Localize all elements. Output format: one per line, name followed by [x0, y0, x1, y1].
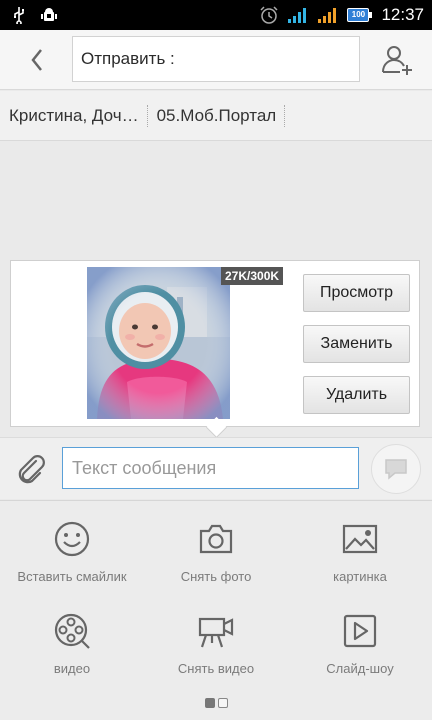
tool-label: Снять фото	[180, 569, 252, 584]
attachment-tools-panel: Вставить смайлик Снять фото картинка вид…	[0, 500, 432, 720]
status-bar: 100 12:37	[0, 0, 432, 30]
add-person-icon	[382, 46, 412, 75]
message-input[interactable]: Текст сообщения	[62, 447, 359, 489]
recipient-list: Кристина, Доч… 05.Моб.Портал	[0, 91, 432, 141]
camera-icon	[199, 524, 233, 554]
record-video-button[interactable]: Снять видео	[144, 611, 288, 676]
delete-button[interactable]: Удалить	[303, 376, 410, 414]
add-contact-button[interactable]	[380, 42, 416, 78]
send-bubble-icon	[385, 459, 407, 480]
picture-button[interactable]: картинка	[288, 519, 432, 584]
battery-icon: 100	[347, 8, 373, 22]
chevron-left-icon	[31, 49, 42, 71]
film-reel-icon	[54, 613, 90, 649]
tool-label: картинка	[333, 569, 387, 584]
video-camera-icon	[198, 617, 234, 648]
tool-label: Вставить смайлик	[17, 569, 127, 584]
clock: 12:37	[381, 5, 424, 24]
attachment-size-badge: 27K/300K	[221, 267, 284, 285]
back-button[interactable]	[22, 42, 52, 78]
page-dot-active[interactable]	[205, 698, 215, 708]
debug-android-icon	[41, 8, 57, 21]
video-button[interactable]: видео	[0, 611, 144, 676]
compose-bar: Текст сообщения	[0, 437, 432, 499]
page-dot[interactable]	[218, 698, 228, 708]
view-button[interactable]: Просмотр	[303, 274, 410, 312]
message-input-placeholder: Текст сообщения	[72, 457, 217, 478]
compose-header: Отправить :	[0, 30, 432, 90]
page-indicator	[205, 698, 228, 708]
tool-label: Слайд-шоу	[326, 661, 394, 676]
recipient-chip[interactable]: Кристина, Доч…	[0, 104, 148, 127]
slideshow-icon	[343, 614, 377, 648]
image-icon	[342, 524, 378, 554]
slideshow-button[interactable]: Слайд-шоу	[288, 611, 432, 676]
attachment-card: 27K/300K Просмотр Заменить Удалить	[10, 260, 420, 427]
send-button[interactable]	[371, 444, 421, 494]
recipient-field[interactable]: Отправить :	[72, 36, 360, 82]
tool-label: видео	[53, 661, 91, 676]
usb-icon	[14, 7, 24, 24]
replace-button[interactable]: Заменить	[303, 325, 410, 363]
alarm-icon	[260, 6, 278, 24]
insert-smiley-button[interactable]: Вставить смайлик	[0, 519, 144, 584]
cell-signal-icon	[318, 8, 337, 23]
wifi-signal-icon	[288, 8, 307, 23]
recipient-chip[interactable]: 05.Моб.Портал	[148, 104, 286, 127]
attached-photo[interactable]	[87, 267, 230, 419]
attach-button[interactable]	[14, 452, 48, 486]
smiley-icon	[54, 521, 90, 557]
recipient-field-label: Отправить :	[81, 49, 175, 68]
tool-label: Снять видео	[177, 661, 255, 676]
paperclip-icon	[18, 455, 45, 484]
take-photo-button[interactable]: Снять фото	[144, 519, 288, 584]
